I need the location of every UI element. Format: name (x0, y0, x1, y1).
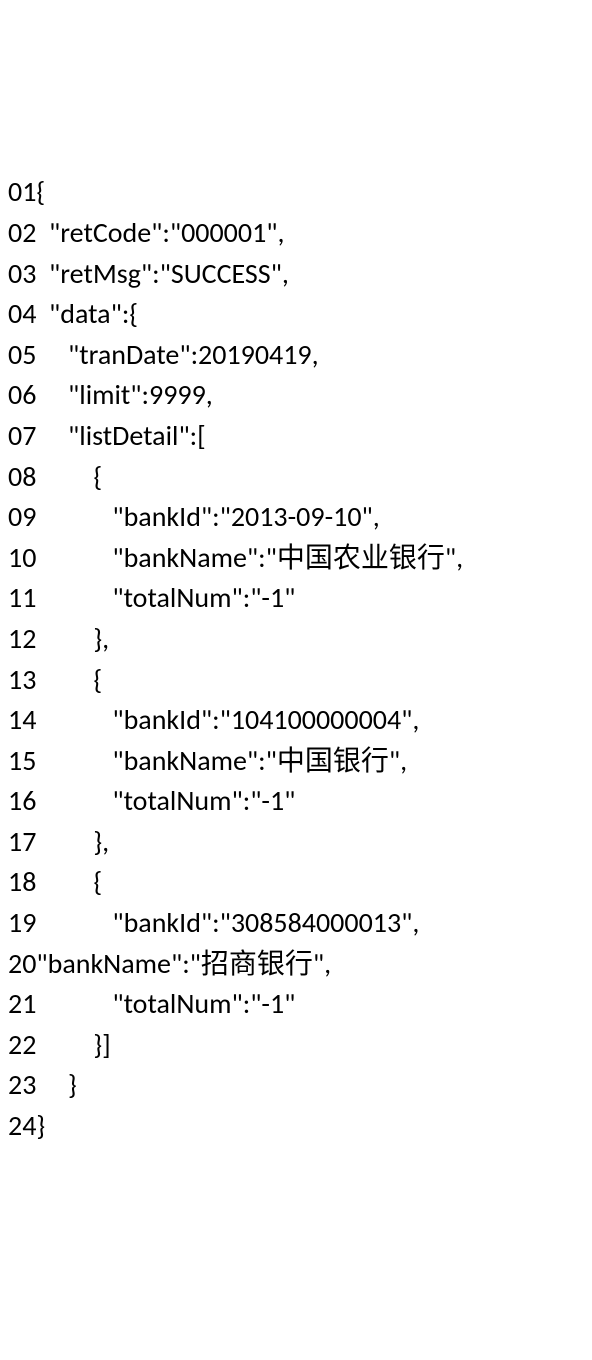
line-number: 22 (8, 1027, 36, 1062)
code-text: "totalNum":"-1" (36, 580, 295, 615)
code-text: "totalNum":"-1" (36, 783, 295, 818)
line-number: 21 (8, 986, 36, 1021)
line-number: 06 (8, 377, 36, 412)
code-line: 18 { (8, 862, 584, 903)
line-number: 15 (8, 743, 36, 778)
code-text: "bankId":"2013-09-10", (36, 499, 379, 534)
code-text: { (36, 864, 102, 899)
code-text: "limit":9999, (36, 377, 212, 412)
code-line: 10 "bankName":"中国农业银行", (8, 538, 584, 579)
code-line: 03 "retMsg":"SUCCESS", (8, 254, 584, 295)
code-line: 14 "bankId":"104100000004", (8, 700, 584, 741)
line-number: 14 (8, 702, 36, 737)
line-number: 04 (8, 296, 36, 331)
code-text: "retCode":"000001", (36, 215, 284, 250)
code-line: 19 "bankId":"308584000013", (8, 903, 584, 944)
code-line: 09 "bankId":"2013-09-10", (8, 497, 584, 538)
line-number: 12 (8, 621, 36, 656)
code-text: "bankName":"中国银行", (36, 743, 407, 778)
line-number: 03 (8, 256, 36, 291)
code-text: }] (36, 1027, 110, 1062)
code-text: "retMsg":"SUCCESS", (36, 256, 288, 291)
code-text: } (36, 1108, 45, 1143)
line-number: 11 (8, 580, 36, 615)
code-text: "bankName":"中国农业银行", (36, 540, 463, 575)
code-line: 04 "data":{ (8, 294, 584, 335)
line-number: 02 (8, 215, 36, 250)
line-number: 13 (8, 662, 36, 697)
line-number: 01 (8, 174, 36, 209)
code-line: 13 { (8, 660, 584, 701)
line-number: 24 (8, 1108, 36, 1143)
code-line: 22 }] (8, 1025, 584, 1066)
code-text: "data":{ (36, 296, 138, 331)
line-number: 17 (8, 824, 36, 859)
code-line: 16 "totalNum":"-1" (8, 781, 584, 822)
code-line: 08 { (8, 457, 584, 498)
code-line: 12 }, (8, 619, 584, 660)
code-line: 02 "retCode":"000001", (8, 213, 584, 254)
code-line: 24} (8, 1106, 584, 1147)
code-line: 07 "listDetail":[ (8, 416, 584, 457)
line-number: 20 (8, 946, 36, 981)
code-line: 21 "totalNum":"-1" (8, 984, 584, 1025)
code-text: { (36, 662, 102, 697)
code-line: 05 "tranDate":20190419, (8, 335, 584, 376)
code-text: "totalNum":"-1" (36, 986, 295, 1021)
code-line: 20"bankName":"招商银行", (8, 944, 584, 985)
line-number: 10 (8, 540, 36, 575)
code-text: "listDetail":[ (36, 418, 205, 453)
line-number: 08 (8, 459, 36, 494)
code-text: }, (36, 824, 109, 859)
code-line: 11 "totalNum":"-1" (8, 578, 584, 619)
line-number: 19 (8, 905, 36, 940)
line-number: 07 (8, 418, 36, 453)
code-text: "bankName":"招商银行", (36, 946, 331, 981)
line-number: 09 (8, 499, 36, 534)
code-text: } (36, 1067, 76, 1102)
line-number: 23 (8, 1067, 36, 1102)
code-line: 17 }, (8, 822, 584, 863)
code-text: { (36, 174, 45, 209)
code-line: 15 "bankName":"中国银行", (8, 741, 584, 782)
code-text: "bankId":"308584000013", (36, 905, 419, 940)
code-line: 23 } (8, 1065, 584, 1106)
line-number: 05 (8, 337, 36, 372)
code-text: "bankId":"104100000004", (36, 702, 419, 737)
code-line: 06 "limit":9999, (8, 375, 584, 416)
code-text: "tranDate":20190419, (36, 337, 318, 372)
line-number: 18 (8, 864, 36, 899)
line-number: 16 (8, 783, 36, 818)
code-block: 01{02 "retCode":"000001",03 "retMsg":"SU… (8, 172, 584, 1146)
code-text: { (36, 459, 102, 494)
code-line: 01{ (8, 172, 584, 213)
code-text: }, (36, 621, 109, 656)
